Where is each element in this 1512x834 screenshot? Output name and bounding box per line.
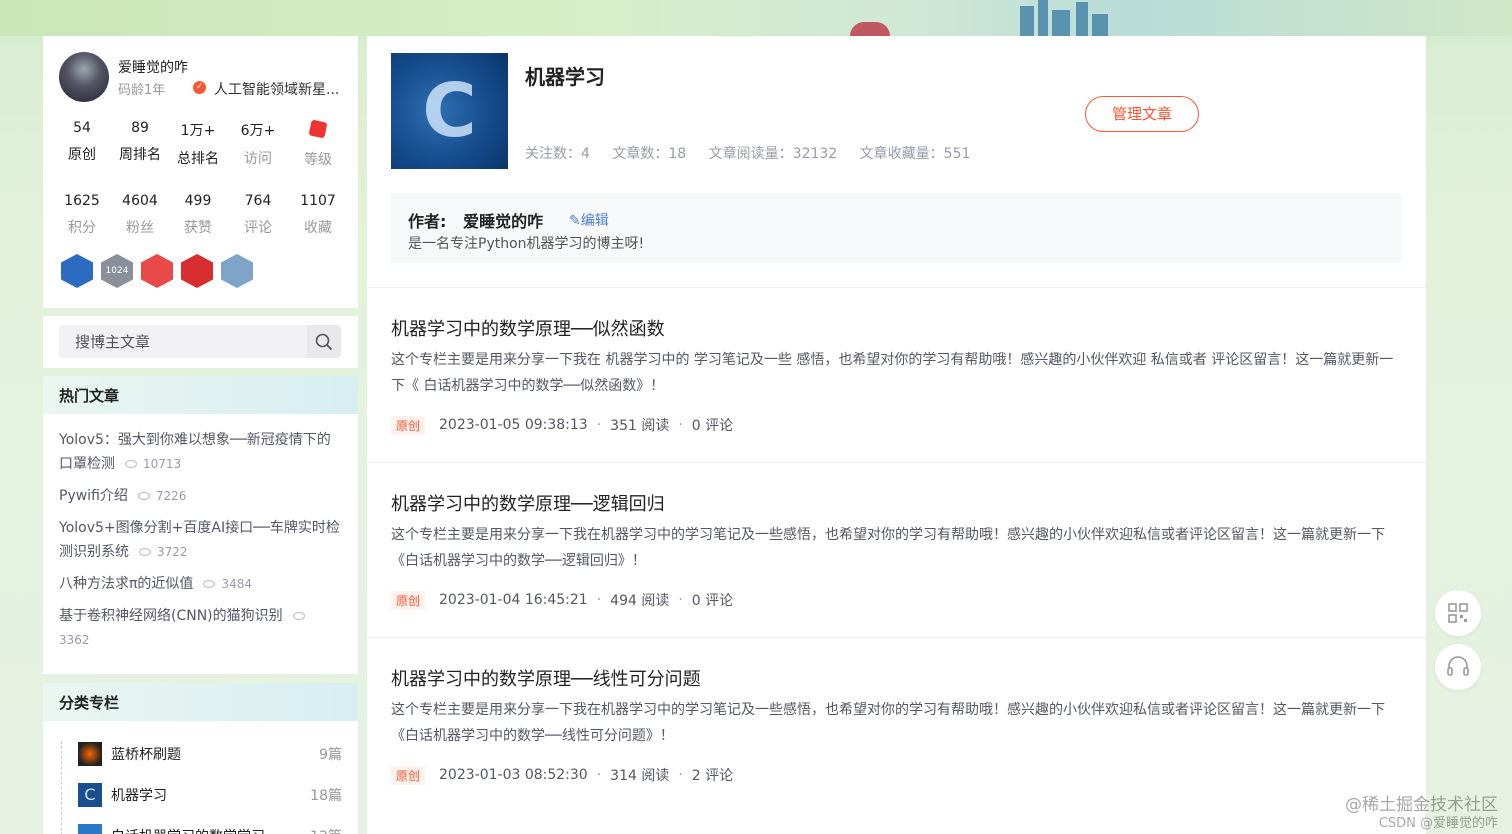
headset-icon (1447, 656, 1469, 676)
columns-list: 蓝桥杯刷题 9篇 C 机器学习 18篇 白话机器学习的数学学习 12篇 (43, 721, 358, 834)
stat-level[interactable]: 等级 (289, 119, 347, 169)
author-box: 作者: 爱睡觉的咋 ✎编辑 是一名专注Python机器学习的博主呀! (391, 193, 1402, 263)
edit-icon: ✎ (569, 213, 581, 229)
article-title[interactable]: 机器学习中的数学原理──逻辑回归 (391, 490, 665, 516)
article-desc: 这个专栏主要是用来分享一下我在机器学习中的学习笔记及一些感悟，也希望对你的学习有… (391, 527, 1385, 569)
certificate-badge-icon[interactable] (221, 254, 253, 288)
article-date: 2023-01-03 08:52:30 (439, 767, 588, 783)
column-thumbnail: C (78, 782, 102, 807)
stat-fans[interactable]: 4604 粉丝 (111, 193, 169, 237)
gold-medal-badge-icon[interactable] (141, 254, 173, 288)
qrcode-button[interactable] (1435, 590, 1481, 636)
article-reads: 351 阅读 (610, 418, 670, 434)
edit-link[interactable]: ✎编辑 (569, 210, 609, 230)
eye-icon (139, 548, 151, 556)
article-count: 文章数：18 (612, 146, 687, 162)
search-input[interactable] (59, 325, 307, 358)
article-date: 2023-01-05 09:38:13 (439, 417, 588, 433)
eye-icon (203, 580, 216, 588)
stat-week-rank[interactable]: 89 周排名 (111, 120, 169, 164)
article-desc: 这个专栏主要是用来分享一下我在机器学习中的学习笔记及一些感悟，也希望对你的学习有… (391, 702, 1385, 744)
article-desc: 这个专栏主要是用来分享一下我在 机器学习中的 学习笔记及一些 感悟，也希望对你的… (391, 352, 1394, 394)
favorite-count: 文章收藏量：551 (859, 146, 971, 162)
article-item[interactable]: 机器学习中的数学原理──逻辑回归 这个专栏主要是用来分享一下我在机器学习中的学习… (367, 462, 1426, 637)
avatar[interactable] (59, 52, 109, 102)
column-thumbnail (78, 741, 102, 766)
blue-award-badge-icon[interactable] (61, 254, 93, 288)
eye-icon (137, 492, 150, 500)
watermark-csdn: CSDN @爱睡觉的咋 (1378, 816, 1498, 831)
column-title: 机器学习 (525, 65, 605, 89)
profile-card: 爱睡觉的咋 码龄1年 ✓ 人工智能领域新星... 54 原创 89 周排名 1万+ 总… (43, 36, 358, 308)
article-title[interactable]: 机器学习中的数学原理──线性可分问题 (391, 665, 701, 691)
eye-icon (125, 460, 137, 468)
article-item[interactable]: 机器学习中的数学原理──线性可分问题 这个专栏主要是用来分享一下我在机器学习中的… (367, 637, 1426, 812)
stat-points: 1625 积分 (64, 193, 100, 236)
1024-badge-icon[interactable]: 1024 (101, 254, 133, 288)
manage-articles-button[interactable]: 管理文章 (1085, 96, 1199, 132)
author-name[interactable]: 爱睡觉的咋 (463, 212, 543, 231)
stat-likes: 499 获赞 (184, 193, 212, 236)
badge-list: 1024 (61, 254, 253, 288)
article-meta: 原创 2023-01-04 16:45:21 · 494 阅读 · 0 评论 (391, 590, 733, 610)
column-thumbnail (78, 823, 102, 834)
username[interactable]: 爱睡觉的咋 (118, 57, 188, 77)
article-meta: 原创 2023-01-03 08:52:30 · 314 阅读 · 2 评论 (391, 765, 733, 785)
read-count: 文章阅读量：32132 (708, 146, 838, 162)
columns-heading: 分类专栏 (43, 683, 358, 721)
article-reads: 494 阅读 (610, 593, 670, 609)
column-main: C 机器学习 管理文章 关注数：4 文章数：18 文章阅读量：32132 文章收… (367, 36, 1426, 834)
original-tag: 原创 (391, 590, 426, 610)
skyline-decoration (840, 0, 1140, 36)
author-desc: 是一名专注Python机器学习的博主呀! (408, 236, 645, 252)
search-box (59, 325, 341, 358)
author-line: 作者: 爱睡觉的咋 (408, 212, 544, 231)
column-cover: C (391, 53, 508, 169)
columns-card: 分类专栏 蓝桥杯刷题 9篇 C 机器学习 18篇 白话机器学习的数学学习 12篇 (43, 683, 358, 834)
hot-article-item[interactable]: Pywifi介绍 7226 (59, 484, 342, 508)
code-age: 码龄1年 (118, 83, 166, 98)
stat-comments: 764 评论 (244, 193, 272, 236)
article-meta: 原创 2023-01-05 09:38:13 · 351 阅读 · 0 评论 (391, 415, 733, 435)
hot-articles-card: 热门文章 Yolov5：强大到你难以想象──新冠疫情下的口罩检测 10713 Py… (43, 376, 358, 674)
hot-article-item[interactable]: 基于卷积神经网络(CNN)的猫狗识别 3362 (59, 604, 342, 652)
column-meta: 关注数：4 文章数：18 文章阅读量：32132 文章收藏量：551 (525, 143, 988, 163)
hot-articles-heading: 热门文章 (43, 376, 358, 414)
stat-total-rank[interactable]: 1万+ 总排名 (169, 120, 227, 168)
certification-icon: ✓ (193, 81, 206, 94)
level-icon (308, 119, 328, 139)
search-icon (315, 333, 333, 350)
eye-icon (292, 612, 305, 620)
certification-text[interactable]: 人工智能领域新星... (214, 79, 344, 99)
stat-favorites: 1107 收藏 (300, 193, 336, 236)
hot-article-item[interactable]: Yolov5：强大到你难以想象──新冠疫情下的口罩检测 10713 (59, 428, 342, 476)
column-item[interactable]: C 机器学习 18篇 (78, 774, 358, 815)
article-date: 2023-01-04 16:45:21 (439, 592, 588, 608)
hot-article-item[interactable]: Yolov5+图像分割+百度AI接口──车牌实时检测识别系统 3722 (59, 516, 342, 564)
article-comments[interactable]: 0 评论 (692, 590, 733, 610)
pen-badge-icon[interactable] (181, 254, 213, 288)
qrcode-icon (1448, 603, 1468, 623)
original-tag: 原创 (391, 765, 426, 785)
follow-count: 关注数：4 (525, 146, 590, 162)
customer-service-button[interactable] (1435, 644, 1481, 690)
article-comments[interactable]: 0 评论 (692, 415, 733, 435)
stat-visits: 6万+ 访问 (240, 123, 276, 167)
article-reads: 314 阅读 (610, 768, 670, 784)
column-item[interactable]: 白话机器学习的数学学习 12篇 (78, 815, 358, 834)
article-comments[interactable]: 2 评论 (692, 765, 733, 785)
stat-original[interactable]: 54 原创 (53, 120, 111, 164)
hot-article-item[interactable]: 八种方法求π的近似值 3484 (59, 572, 342, 596)
search-button[interactable] (307, 325, 341, 358)
article-title[interactable]: 机器学习中的数学原理──似然函数 (391, 315, 665, 341)
search-card (43, 316, 358, 368)
original-tag: 原创 (391, 415, 426, 435)
hot-articles-list: Yolov5：强大到你难以想象──新冠疫情下的口罩检测 10713 Pywifi介… (43, 414, 358, 652)
top-banner (0, 0, 1512, 36)
column-item[interactable]: 蓝桥杯刷题 9篇 (78, 733, 358, 774)
article-item[interactable]: 机器学习中的数学原理──似然函数 这个专栏主要是用来分享一下我在 机器学习中的 … (367, 287, 1426, 462)
